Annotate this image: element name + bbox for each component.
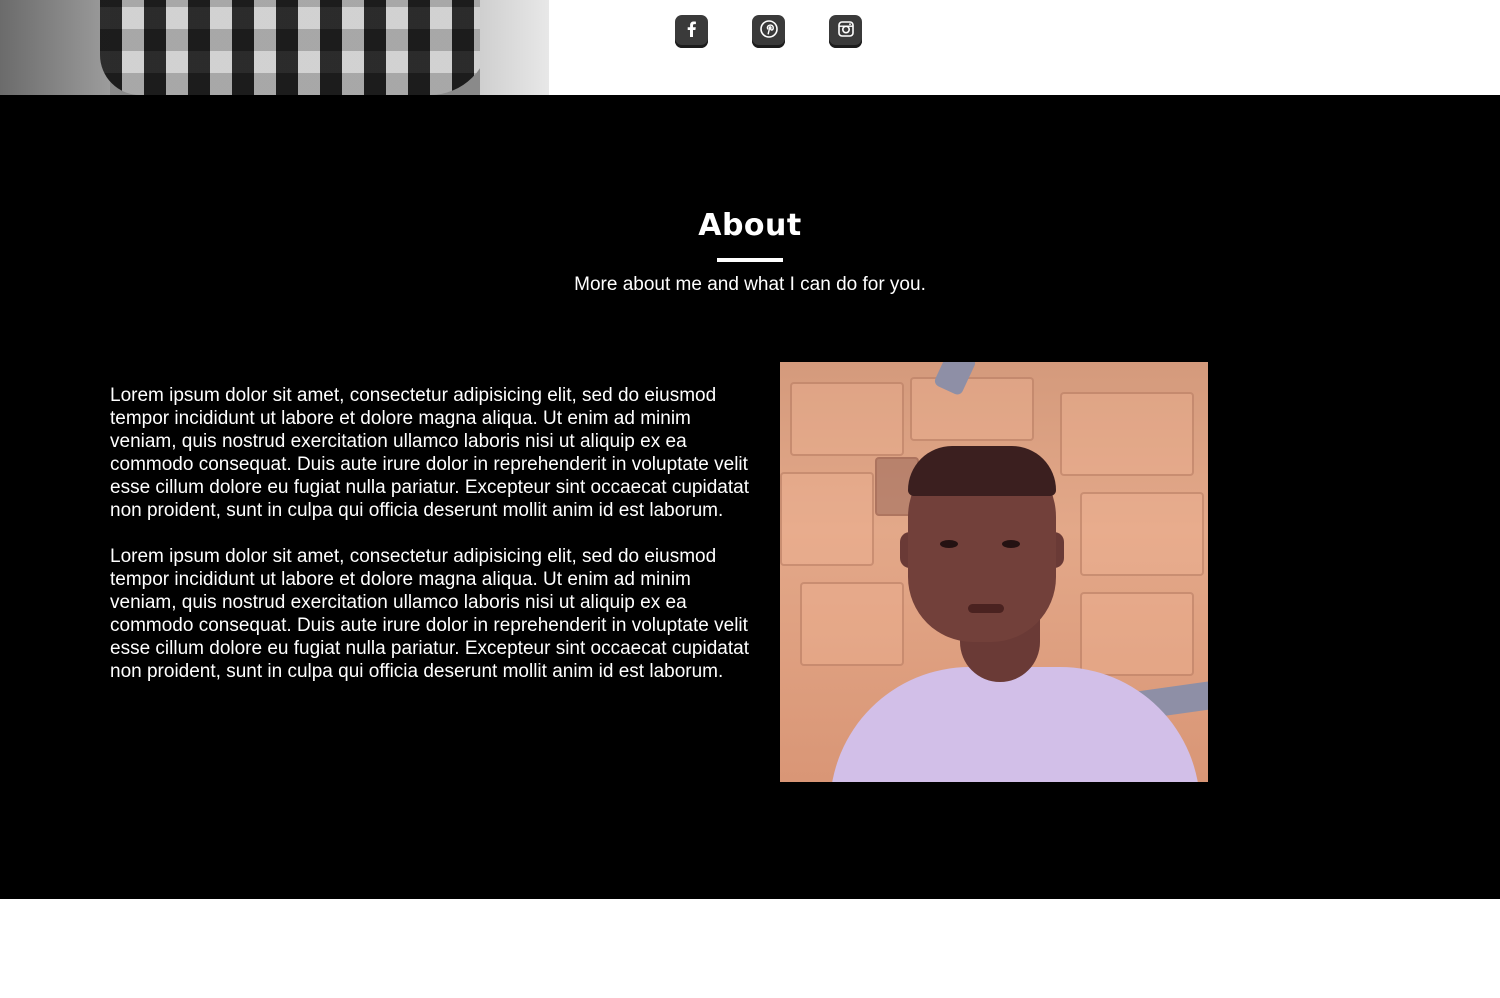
pinterest-link[interactable] <box>752 15 785 48</box>
header-band <box>0 0 1500 95</box>
about-section: About More about me and what I can do fo… <box>0 95 1500 899</box>
section-subtitle: More about me and what I can do for you. <box>574 274 926 295</box>
section-title: About <box>698 208 802 243</box>
hero-photo <box>0 0 549 95</box>
title-underline <box>717 258 783 262</box>
about-paragraph: Lorem ipsum dolor sit amet, consectetur … <box>110 546 749 682</box>
about-text: Lorem ipsum dolor sit amet, consectetur … <box>110 384 750 706</box>
pinterest-icon <box>759 19 779 44</box>
instagram-link[interactable] <box>829 15 862 48</box>
facebook-icon <box>682 19 702 44</box>
instagram-icon <box>836 19 856 44</box>
profile-photo <box>780 362 1208 782</box>
next-section <box>0 899 1500 998</box>
facebook-link[interactable] <box>675 15 708 48</box>
about-paragraph: Lorem ipsum dolor sit amet, consectetur … <box>110 385 749 521</box>
plaid-shirt <box>100 0 490 95</box>
